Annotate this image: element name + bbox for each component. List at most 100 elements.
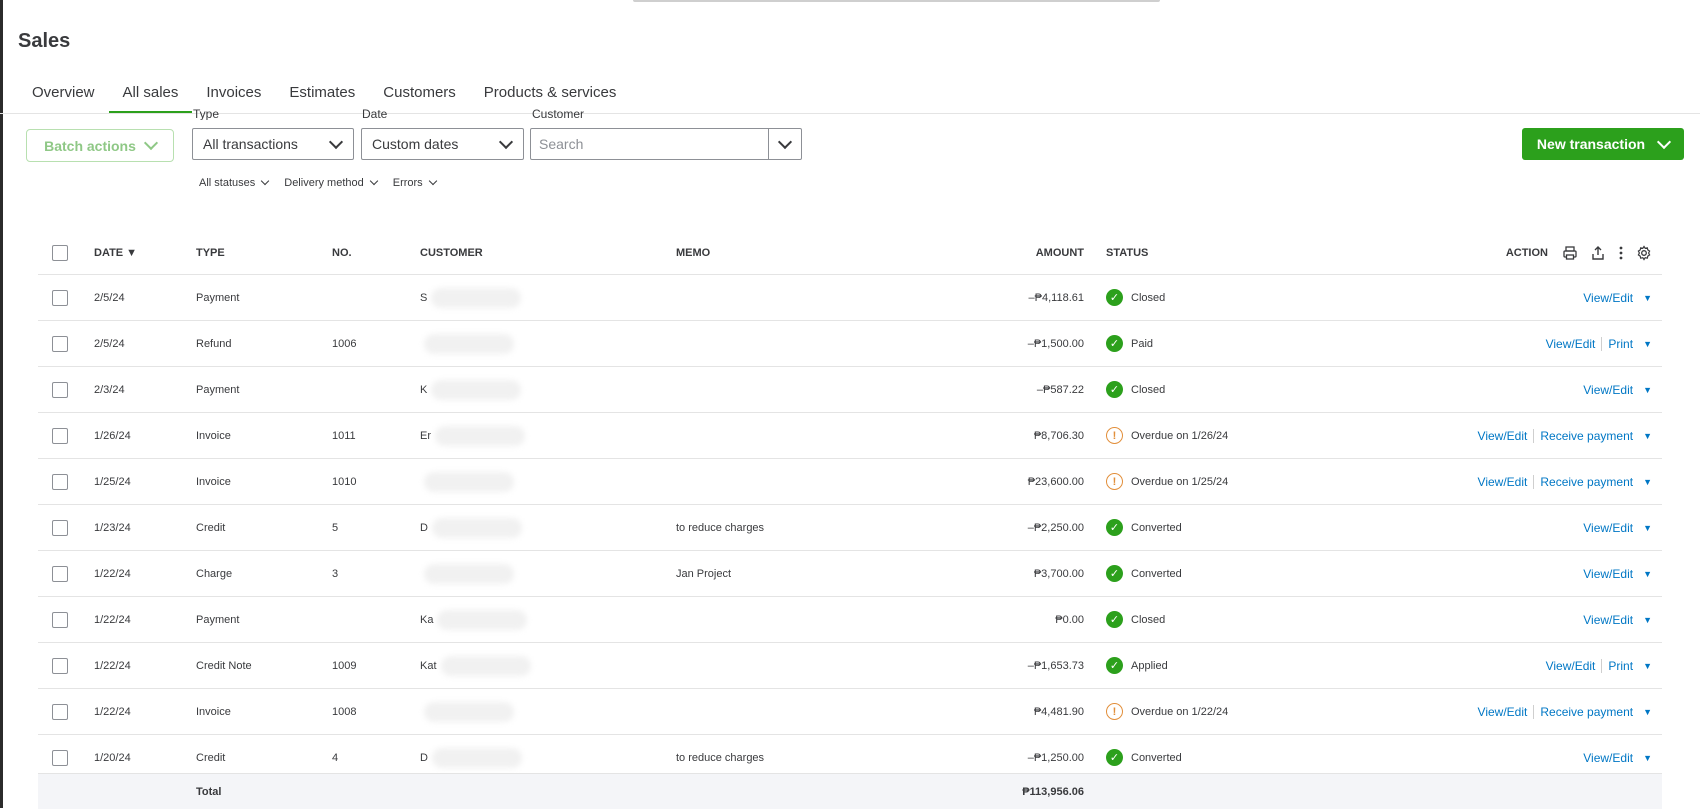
table-row[interactable]: 1/22/24 Payment Ka ₱0.00 ✓ Closed View/Edit ▼ [38, 597, 1662, 643]
more-icon[interactable] [1618, 245, 1624, 261]
tabs-divider [0, 113, 1700, 114]
table-row[interactable]: 1/22/24 Invoice 1008 ₱4,481.90! Overdue on 1… [38, 689, 1662, 735]
caret-down-icon[interactable]: ▼ [1643, 661, 1652, 671]
row-checkbox[interactable] [52, 611, 68, 628]
table-row[interactable]: 1/25/24 Invoice 1010 ₱23,600.00! Overdue on … [38, 459, 1662, 505]
chevron-down-icon [328, 134, 344, 149]
customer-name: Er [420, 429, 431, 442]
receive-payment-link[interactable]: Receive payment [1540, 475, 1633, 489]
batch-actions-button[interactable]: Batch actions [26, 129, 174, 162]
select-all-checkbox[interactable] [52, 245, 68, 261]
print-link[interactable]: Print [1608, 337, 1633, 351]
caret-down-icon[interactable]: ▼ [1643, 707, 1652, 717]
header-memo[interactable]: MEMO [676, 232, 710, 274]
table-header: DATE ▼ TYPE NO. CUSTOMER MEMO AMOUNT STA… [38, 232, 1662, 275]
view-edit-link[interactable]: View/Edit [1583, 751, 1633, 765]
view-edit-link[interactable]: View/Edit [1478, 705, 1528, 719]
table-row[interactable]: 2/5/24 Payment S –₱4,118.61 ✓ Closed View/Edit… [38, 275, 1662, 321]
delivery-method-filter[interactable]: Delivery method [284, 176, 378, 189]
cell-status: ! Overdue on 1/25/24 [1106, 459, 1228, 504]
row-checkbox[interactable] [52, 519, 68, 536]
row-checkbox[interactable] [52, 427, 68, 444]
view-edit-link[interactable]: View/Edit [1546, 337, 1596, 351]
view-edit-link[interactable]: View/Edit [1583, 383, 1633, 397]
cell-action: View/Edit ▼ [1583, 597, 1652, 642]
caret-down-icon[interactable]: ▼ [1643, 753, 1652, 763]
cell-status: ✓ Closed [1106, 275, 1165, 320]
view-edit-link[interactable]: View/Edit [1583, 291, 1633, 305]
total-row: Total ₱113,956.06 [38, 773, 1662, 809]
cell-type: Invoice [196, 475, 231, 488]
action-separator [1601, 336, 1603, 351]
sales-table: DATE ▼ TYPE NO. CUSTOMER MEMO AMOUNT STA… [38, 232, 1662, 781]
row-checkbox[interactable] [52, 565, 68, 582]
checkmark-icon: ✓ [1106, 289, 1123, 306]
table-row[interactable]: 1/23/24 Credit 5 Dto reduce charges –₱2,250.… [38, 505, 1662, 551]
caret-down-icon[interactable]: ▼ [1643, 293, 1652, 303]
cell-no: 1011 [332, 429, 356, 442]
tab-overview[interactable]: Overview [18, 80, 109, 114]
cell-no: 1010 [332, 475, 357, 488]
action-separator [1601, 658, 1603, 673]
type-select[interactable]: All transactions [192, 128, 354, 160]
customer-search-input[interactable] [531, 129, 768, 159]
header-status[interactable]: STATUS [1106, 232, 1148, 274]
print-icon[interactable] [1562, 245, 1578, 261]
type-filter-label: Type [193, 109, 220, 120]
cell-customer [420, 551, 514, 596]
caret-down-icon[interactable]: ▼ [1643, 339, 1652, 349]
header-icons [1562, 245, 1652, 261]
row-checkbox[interactable] [52, 749, 68, 766]
header-type[interactable]: TYPE [196, 232, 225, 274]
caret-down-icon[interactable]: ▼ [1643, 569, 1652, 579]
receive-payment-link[interactable]: Receive payment [1540, 705, 1633, 719]
table-row[interactable]: 2/3/24 Payment K –₱587.22 ✓ Closed View/Edit ▼ [38, 367, 1662, 413]
view-edit-link[interactable]: View/Edit [1478, 429, 1528, 443]
customer-name: K [420, 383, 428, 396]
header-action-label: ACTION [1505, 247, 1548, 259]
table-row[interactable]: 1/22/24 Charge 3 Jan Project ₱3,700.00 ✓ Conve… [38, 551, 1662, 597]
table-row[interactable]: 2/5/24 Refund 1006 –₱1,500.00 ✓ Paid View/Edit… [38, 321, 1662, 367]
row-select-cell [52, 551, 68, 596]
caret-down-icon[interactable]: ▼ [1643, 477, 1652, 487]
tab-estimates[interactable]: Estimates [275, 80, 369, 114]
header-date[interactable]: DATE ▼ [94, 232, 137, 274]
header-amount[interactable]: AMOUNT [1036, 232, 1084, 274]
row-checkbox[interactable] [52, 335, 68, 352]
row-checkbox[interactable] [52, 657, 68, 674]
view-edit-link[interactable]: View/Edit [1478, 475, 1528, 489]
table-row[interactable]: 1/26/24 Invoice 1011 Er ₱8,706.30! Overdue on… [38, 413, 1662, 459]
cell-status: ! Overdue on 1/22/24 [1106, 689, 1228, 734]
view-edit-link[interactable]: View/Edit [1583, 613, 1633, 627]
date-select[interactable]: Custom dates [361, 128, 524, 160]
settings-icon[interactable] [1636, 245, 1652, 261]
row-checkbox[interactable] [52, 473, 68, 490]
cell-no: 1008 [332, 705, 357, 718]
row-checkbox[interactable] [52, 289, 68, 306]
tab-all-sales[interactable]: All sales [108, 80, 193, 114]
caret-down-icon[interactable]: ▼ [1643, 523, 1652, 533]
print-link[interactable]: Print [1608, 659, 1633, 673]
customer-dropdown-button[interactable] [768, 129, 801, 159]
checkmark-icon: ✓ [1106, 749, 1123, 766]
caret-down-icon[interactable]: ▼ [1643, 385, 1652, 395]
table-row[interactable]: 1/22/24 Credit Note 1009 Kat –₱1,653.73 ✓ Appl… [38, 643, 1662, 689]
caret-down-icon[interactable]: ▼ [1643, 615, 1652, 625]
view-edit-link[interactable]: View/Edit [1583, 521, 1633, 535]
errors-filter[interactable]: Errors [393, 176, 437, 189]
cell-customer [420, 321, 514, 366]
header-customer[interactable]: CUSTOMER [420, 232, 483, 274]
receive-payment-link[interactable]: Receive payment [1540, 429, 1633, 443]
export-icon[interactable] [1590, 245, 1606, 261]
row-checkbox[interactable] [52, 703, 68, 720]
view-edit-link[interactable]: View/Edit [1546, 659, 1596, 673]
status-filter[interactable]: All statuses [199, 176, 270, 189]
view-edit-link[interactable]: View/Edit [1583, 567, 1633, 581]
customer-name: Ka [420, 613, 434, 626]
row-checkbox[interactable] [52, 381, 68, 398]
new-transaction-button[interactable]: New transaction [1522, 128, 1684, 160]
total-label: Total [196, 785, 222, 798]
new-transaction-label: New transaction [1536, 136, 1646, 152]
caret-down-icon[interactable]: ▼ [1643, 431, 1652, 441]
header-no[interactable]: NO. [332, 232, 352, 274]
